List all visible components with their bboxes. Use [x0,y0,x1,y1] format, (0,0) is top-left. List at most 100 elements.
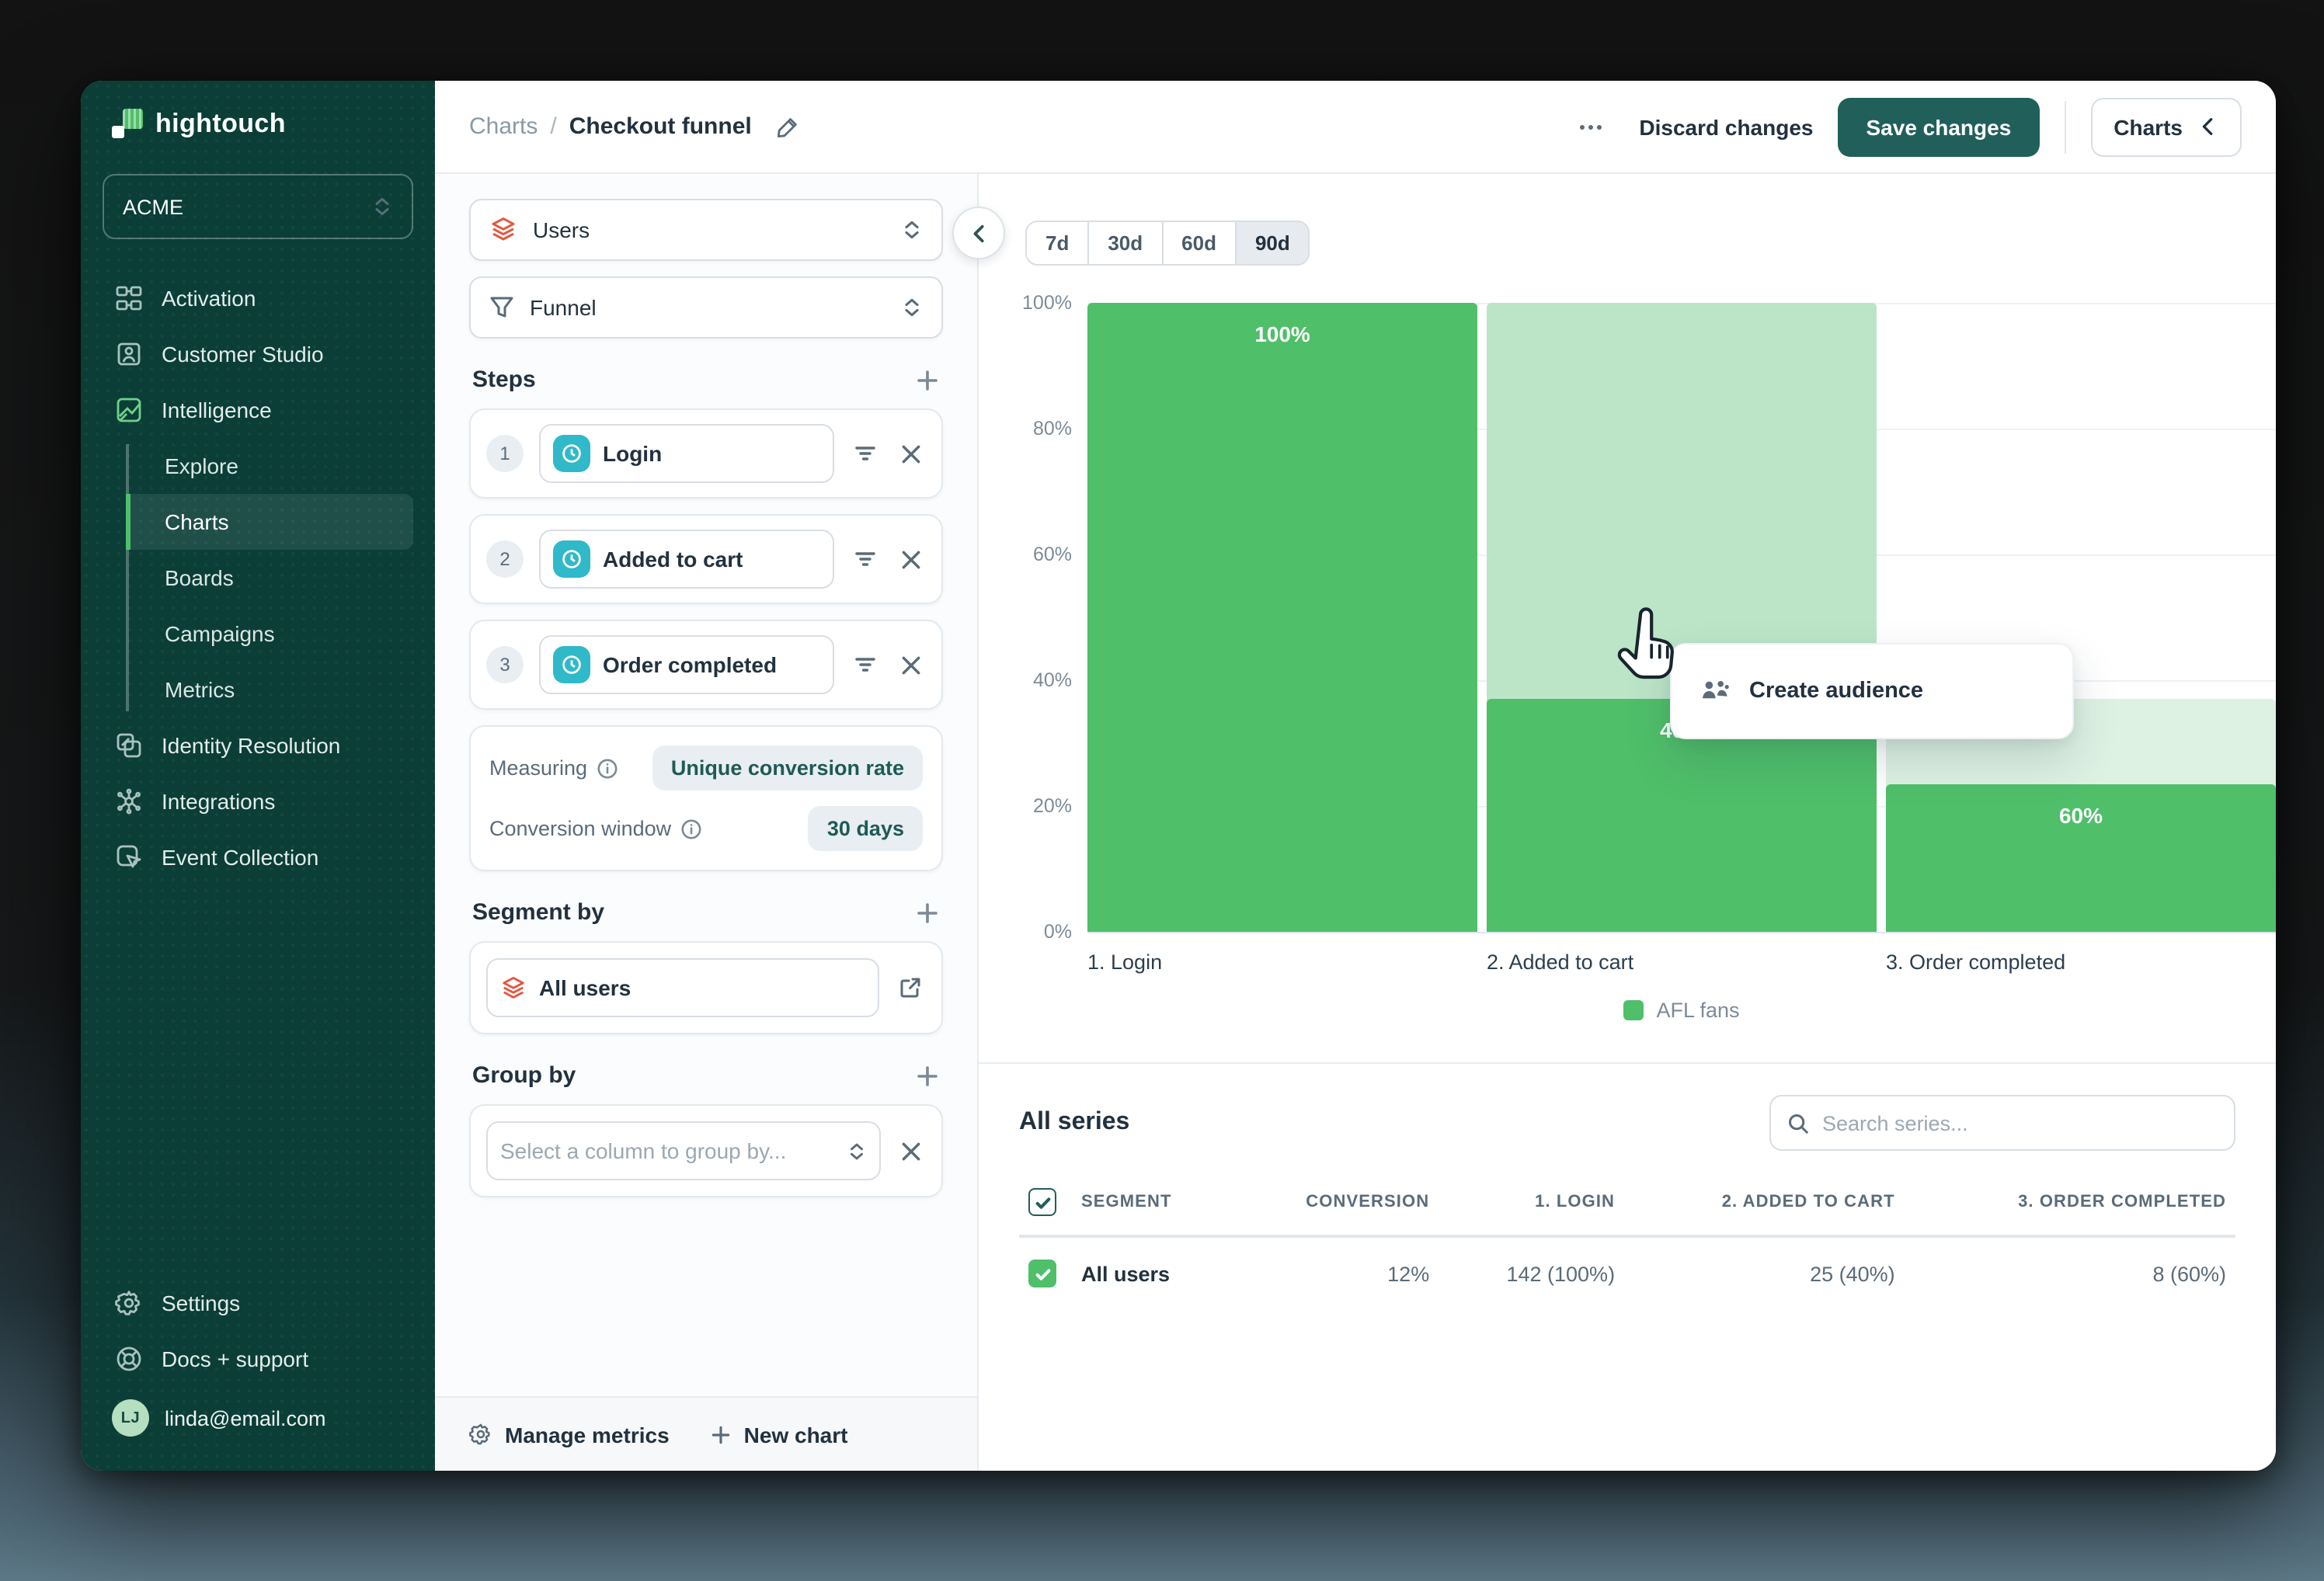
info-icon [680,818,702,839]
parent-model-select[interactable]: Users [469,199,943,261]
gear-icon [115,1289,143,1317]
plus-icon [915,1063,940,1088]
conversion-window-label-wrap: Conversion window [489,817,702,840]
plot-area: 100% 40% [1087,303,2276,932]
intelligence-subnav: Explore Charts Boards Campaigns Metrics [103,438,413,718]
edit-title-button[interactable] [764,103,811,150]
sidebar-item-explore[interactable]: Explore [127,438,413,494]
sidebar-item-campaigns[interactable]: Campaigns [127,606,413,662]
conversion-window-row: Conversion window 30 days [489,806,923,851]
create-audience-menu-item[interactable]: Create audience [1670,643,2074,739]
range-7d-button[interactable]: 7d [1027,222,1089,264]
column-header-login[interactable]: 1. Login [1439,1176,1624,1236]
bar-value-label: 100% [1087,321,1477,346]
search-icon [1786,1111,1810,1134]
topbar: Charts / Checkout funnel Discard changes… [435,81,2276,174]
life-ring-icon [115,1345,143,1373]
manage-metrics-button[interactable]: Manage metrics [469,1422,670,1447]
add-segment-button[interactable] [915,900,940,925]
add-step-button[interactable] [915,367,940,392]
sidebar-item-settings[interactable]: Settings [103,1275,413,1331]
sidebar-item-event-collection[interactable]: Event Collection [103,829,413,885]
collapse-panel-button[interactable] [952,207,1005,259]
sidebar-spacer [103,885,413,1275]
conversion-window-pill[interactable]: 30 days [809,806,923,851]
column-header-segment[interactable]: Segment [1072,1176,1231,1236]
chevron-updown-icon [371,196,393,217]
sidebar-item-identity-resolution[interactable]: Identity Resolution [103,718,413,773]
step-filter-button[interactable] [850,649,881,680]
add-group-button[interactable] [915,1063,940,1088]
sidebar-item-metrics[interactable]: Metrics [127,662,413,718]
step-event-select-2[interactable]: Added to cart [539,530,834,589]
workspace-selector[interactable]: ACME [103,174,413,239]
user-account[interactable]: LJ linda@email.com [103,1387,413,1449]
x-axis-line [1087,932,2276,933]
sidebar: hightouch ACME Activation Customer Studi… [81,81,435,1471]
sidebar-item-label: Customer Studio [162,342,324,367]
more-menu-button[interactable] [1567,103,1614,150]
select-all-checkbox[interactable] [1028,1188,1056,1216]
all-series-title: All series [1019,1109,1129,1137]
segment-row: All users [469,941,943,1034]
step-event-select-1[interactable]: Login [539,424,834,483]
sidebar-item-boards[interactable]: Boards [127,550,413,606]
measuring-label-wrap: Measuring [489,756,618,780]
all-series-section: All series [979,1062,2276,1309]
save-changes-button[interactable]: Save changes [1839,97,2040,156]
column-header-order-completed[interactable]: 3. Order completed [1905,1176,2235,1236]
series-table: Segment Conversion 1. Login 2. Added to … [1019,1176,2235,1309]
legend-item-afl-fans[interactable]: AFL fans [1087,999,2276,1022]
sidebar-item-integrations[interactable]: Integrations [103,773,413,829]
sidebar-item-label: Activation [162,286,256,311]
step-remove-button[interactable] [896,439,926,468]
info-icon [597,757,618,779]
column-header-conversion[interactable]: Conversion [1231,1176,1439,1236]
sidebar-item-label: Settings [162,1291,240,1315]
new-chart-button[interactable]: New chart [710,1422,848,1447]
charts-collapse-button[interactable]: Charts [2090,97,2242,156]
sidebar-item-intelligence[interactable]: Intelligence [103,382,413,438]
sidebar-item-activation[interactable]: Activation [103,270,413,326]
open-segment-button[interactable] [895,972,926,1003]
remove-group-button[interactable] [896,1136,926,1166]
group-by-select[interactable]: Select a column to group by... [486,1121,881,1180]
breadcrumb-charts-link[interactable]: Charts [469,113,538,140]
step-filter-button[interactable] [850,544,881,575]
category-label: 1. Login [1087,950,1477,974]
chart-type-select[interactable]: Funnel [469,276,943,339]
sidebar-item-docs-support[interactable]: Docs + support [103,1331,413,1387]
measuring-value-pill[interactable]: Unique conversion rate [652,745,923,790]
funnel-segment-login[interactable]: 100% [1087,303,1477,932]
step-filter-button[interactable] [850,438,881,469]
step-event-select-3[interactable]: Order completed [539,635,834,694]
steps-title: Steps [472,367,536,393]
close-icon [899,547,923,571]
series-row-all-users[interactable]: All users 12% 142 (100%) 25 (40%) 8 (60%… [1019,1236,2235,1309]
breadcrumb: Charts / Checkout funnel [469,103,811,150]
range-60d-button[interactable]: 60d [1163,222,1237,264]
event-clock-icon [553,540,590,578]
series-search[interactable] [1769,1095,2235,1151]
range-30d-button[interactable]: 30d [1089,222,1163,264]
parent-model-value: Users [533,217,885,242]
range-90d-button[interactable]: 90d [1237,222,1309,264]
content: Users Funnel Steps 1 [435,174,2276,1471]
funnel-bar-added-to-cart: 40% [1487,303,1877,932]
step-remove-button[interactable] [896,544,926,574]
series-row-checkbox[interactable] [1028,1260,1056,1287]
chevron-updown-icon [901,219,923,241]
segment-select[interactable]: All users [486,958,879,1017]
plus-icon [915,900,940,925]
discard-changes-button[interactable]: Discard changes [1639,114,1813,139]
topbar-actions: Discard changes Save changes Charts [1567,97,2242,156]
funnel-segment-order-completed[interactable]: 60% [1886,784,2276,932]
sidebar-item-customer-studio[interactable]: Customer Studio [103,326,413,382]
identity-resolution-icon [115,731,143,759]
step-remove-button[interactable] [896,650,926,679]
sidebar-item-label: Event Collection [162,845,318,870]
series-search-input[interactable] [1822,1111,2218,1134]
column-header-added-to-cart[interactable]: 2. Added to cart [1624,1176,1905,1236]
funnel-bar-login: 100% [1087,303,1477,932]
sidebar-item-charts[interactable]: Charts [127,494,413,550]
